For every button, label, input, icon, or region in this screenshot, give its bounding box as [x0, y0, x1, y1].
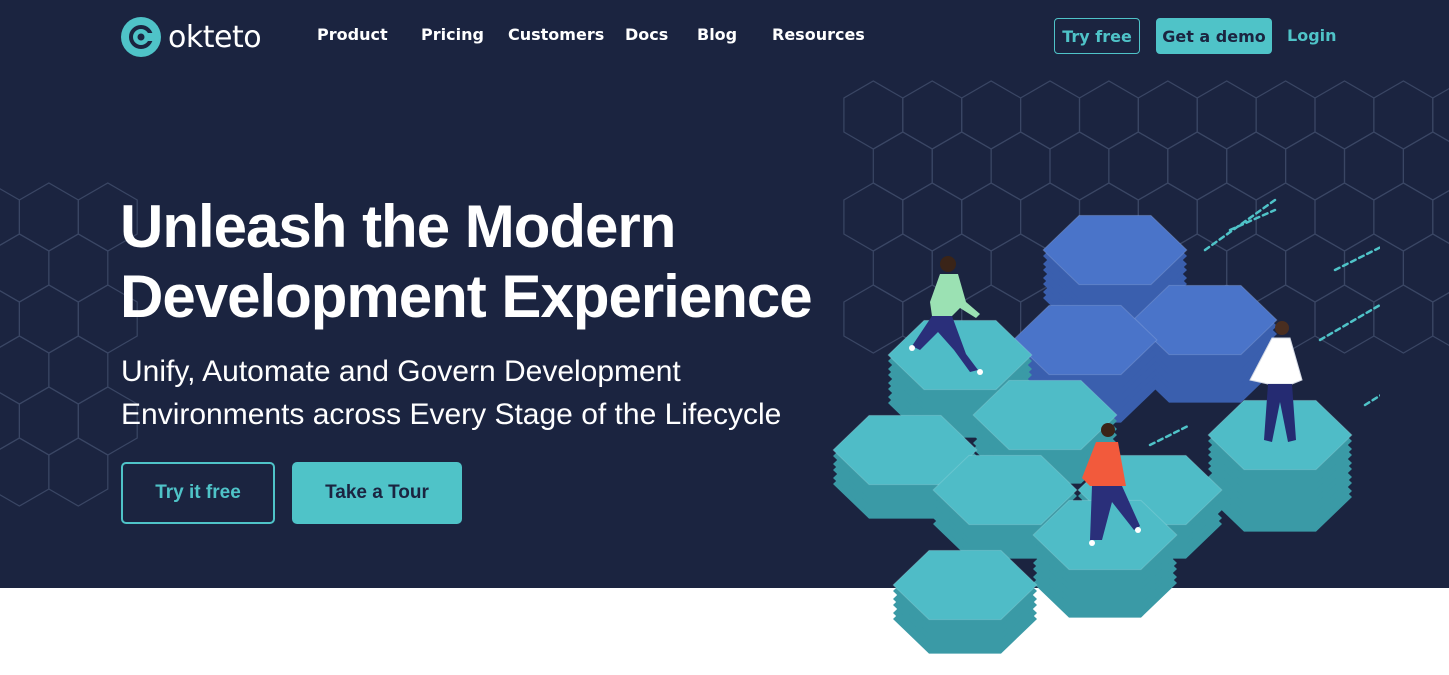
- nav-product[interactable]: Product: [317, 25, 388, 44]
- hexagon-platform-people-illustration: [832, 198, 1380, 654]
- background-hexagon: [0, 335, 50, 405]
- background-hexagon: [1373, 182, 1434, 252]
- try-free-button[interactable]: Try free: [1054, 18, 1140, 54]
- background-hexagon: [48, 335, 109, 405]
- background-hexagon: [843, 80, 904, 150]
- background-hexagon: [1137, 80, 1198, 150]
- headline-line-2: Development Experience: [120, 263, 813, 330]
- logo-wordmark: okteto: [168, 19, 262, 55]
- login-link[interactable]: Login: [1287, 26, 1337, 45]
- background-hexagon: [0, 437, 50, 507]
- background-hexagon: [961, 80, 1022, 150]
- subheadline-line-1: Unify, Automate and Govern Development: [121, 355, 681, 388]
- background-hexagon: [18, 386, 79, 456]
- background-hexagon: [1402, 131, 1449, 201]
- background-hexagon: [1432, 87, 1449, 143]
- hero-subheadline: Unify, Automate and Govern Development E…: [121, 350, 841, 436]
- nav-blog[interactable]: Blog: [697, 25, 737, 44]
- background-hexagon: [0, 290, 20, 348]
- nav-pricing[interactable]: Pricing: [421, 25, 484, 44]
- background-hexagon: [18, 284, 79, 354]
- background-hexagon: [0, 233, 50, 303]
- background-hexagon: [1373, 284, 1434, 354]
- headline-line-1: Unleash the Modern: [120, 193, 676, 260]
- hero-headline: Unleash the Modern Development Experienc…: [120, 192, 840, 332]
- background-hexagon: [0, 392, 20, 450]
- background-hexagon: [48, 233, 109, 303]
- background-hexagon: [1078, 80, 1139, 150]
- logo[interactable]: okteto: [120, 16, 262, 58]
- nav-resources[interactable]: Resources: [772, 25, 865, 44]
- get-a-demo-button[interactable]: Get a demo: [1156, 18, 1272, 54]
- background-hexagon: [48, 437, 109, 507]
- background-hexagon: [1255, 80, 1316, 150]
- nav-docs[interactable]: Docs: [625, 25, 668, 44]
- background-hexagon: [18, 182, 79, 252]
- take-a-tour-button[interactable]: Take a Tour: [292, 462, 462, 524]
- background-hexagon: [1432, 189, 1449, 245]
- try-it-free-button[interactable]: Try it free: [121, 462, 275, 524]
- background-hexagon: [1196, 80, 1257, 150]
- background-hexagon: [1373, 80, 1434, 150]
- background-hexagon: [1402, 233, 1449, 303]
- background-hexagon: [1314, 80, 1375, 150]
- background-hexagon: [1019, 80, 1081, 150]
- nav-customers[interactable]: Customers: [508, 25, 604, 44]
- okteto-logo-icon: [121, 17, 161, 57]
- background-hexagon: [0, 188, 20, 246]
- background-hexagon: [902, 80, 963, 150]
- background-hexagon: [1432, 291, 1449, 347]
- subheadline-line-2: Environments across Every Stage of the L…: [121, 398, 782, 431]
